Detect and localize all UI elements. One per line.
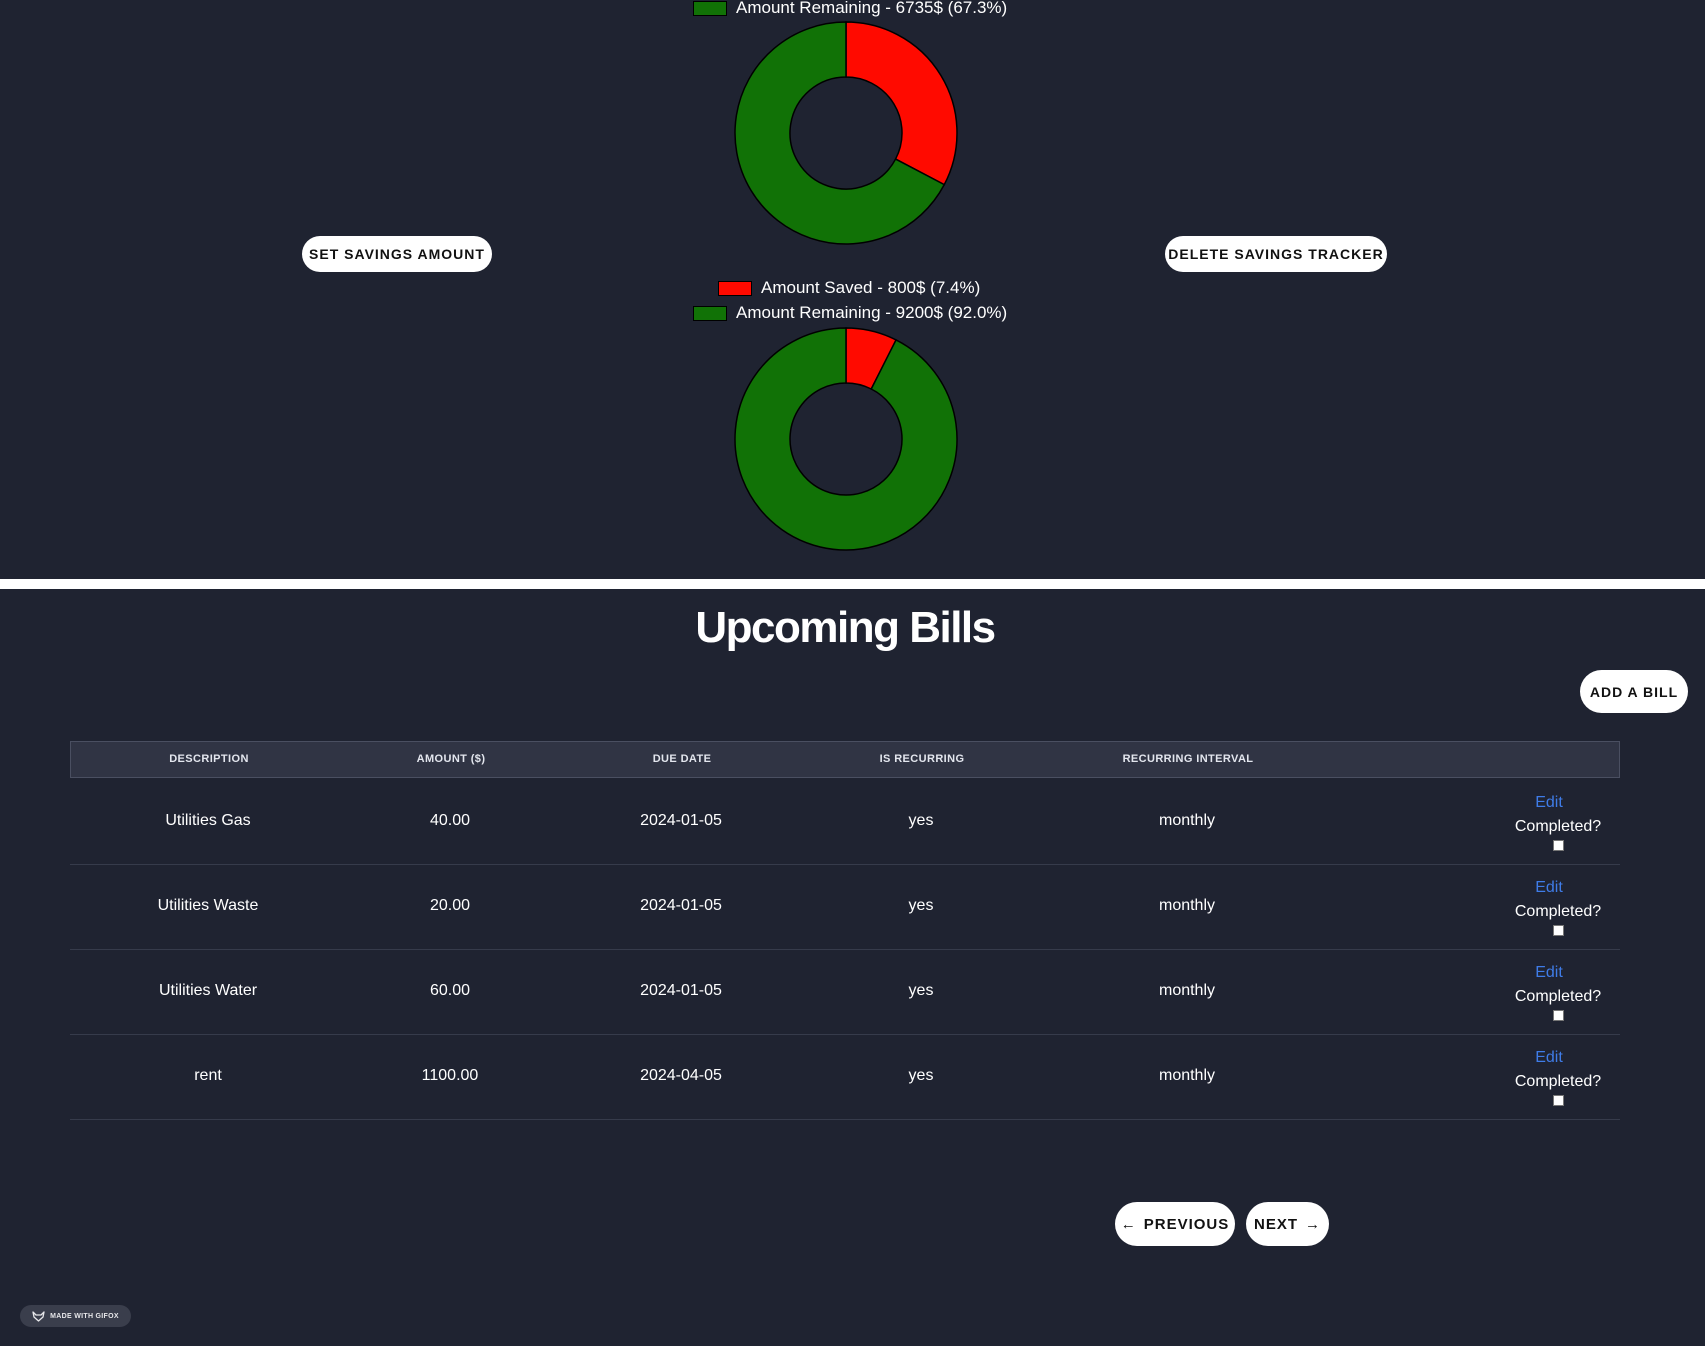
savings-legend-item-saved: Amount Saved - 800$ (7.4%) <box>718 278 980 298</box>
column-header-amount: AMOUNT ($) <box>416 753 486 765</box>
delete-savings-tracker-button[interactable]: DELETE SAVINGS TRACKER <box>1165 236 1387 272</box>
completed-label: Completed? <box>1514 818 1602 835</box>
savings-donut-chart <box>734 21 958 245</box>
completed-checkbox[interactable] <box>1552 1010 1564 1021</box>
cell-amount: 60.00 <box>429 982 471 999</box>
section-divider <box>0 579 1705 589</box>
cell-interval: monthly <box>1158 982 1216 999</box>
cell-interval: monthly <box>1158 1067 1216 1084</box>
row-actions: Edit Completed? <box>1488 876 1628 936</box>
cell-description: Utilities Waste <box>157 897 259 914</box>
savings-donut-chart <box>734 327 958 551</box>
completed-label: Completed? <box>1514 1073 1602 1090</box>
edit-link[interactable]: Edit <box>1470 791 1628 815</box>
cell-description: Utilities Gas <box>165 812 251 829</box>
next-page-button[interactable]: NEXT → <box>1246 1202 1329 1246</box>
completed-checkbox[interactable] <box>1552 925 1564 936</box>
savings-legend-item-remaining: Amount Remaining - 9200$ (92.0%) <box>693 303 1007 323</box>
cell-amount: 20.00 <box>429 897 471 914</box>
add-bill-button[interactable]: ADD A BILL <box>1580 670 1688 713</box>
column-header-due-date: DUE DATE <box>652 753 712 765</box>
table-row: Utilities Waste 20.00 2024-01-05 yes mon… <box>70 864 1620 950</box>
next-label: NEXT <box>1253 1215 1298 1233</box>
cell-due-date: 2024-01-05 <box>640 897 722 914</box>
edit-link[interactable]: Edit <box>1470 876 1628 900</box>
cell-recurring: yes <box>908 1067 934 1084</box>
donut-slice-amount-saved <box>845 21 958 186</box>
cell-description: rent <box>194 1067 222 1084</box>
completed-checkbox[interactable] <box>1552 840 1564 851</box>
page-title: Upcoming Bills <box>695 603 996 652</box>
previous-label: PREVIOUS <box>1143 1215 1230 1233</box>
arrow-left-icon: ← <box>1120 1215 1137 1233</box>
made-with-gifox-badge: MADE WITH GIFOX <box>20 1305 131 1327</box>
legend-label: Amount Remaining - 6735$ (67.3%) <box>736 0 1008 17</box>
legend-swatch-remaining <box>693 0 727 16</box>
cell-recurring: yes <box>908 812 934 829</box>
cell-interval: monthly <box>1158 812 1216 829</box>
gifox-fox-icon <box>32 1310 45 1322</box>
cell-due-date: 2024-01-05 <box>640 812 722 829</box>
row-actions: Edit Completed? <box>1488 1046 1628 1106</box>
table-row: Utilities Gas 40.00 2024-01-05 yes month… <box>70 779 1620 865</box>
arrow-right-icon: → <box>1305 1215 1321 1233</box>
cell-due-date: 2024-04-05 <box>640 1067 722 1084</box>
legend-swatch-remaining <box>693 305 727 321</box>
badge-label: MADE WITH GIFOX <box>50 1312 119 1320</box>
edit-link[interactable]: Edit <box>1470 1046 1628 1070</box>
donut-slice-amount-remaining <box>734 327 958 551</box>
cell-recurring: yes <box>908 982 934 999</box>
cell-due-date: 2024-01-05 <box>640 982 722 999</box>
cell-interval: monthly <box>1158 897 1216 914</box>
table-row: rent 1100.00 2024-04-05 yes monthly Edit… <box>70 1034 1620 1120</box>
column-header-is-recurring: IS RECURRING <box>879 753 965 765</box>
edit-link[interactable]: Edit <box>1470 961 1628 985</box>
column-header-description: DESCRIPTION <box>169 753 249 765</box>
legend-label: Amount Saved - 800$ (7.4%) <box>761 278 981 297</box>
set-savings-amount-button[interactable]: SET SAVINGS AMOUNT <box>302 236 492 272</box>
cell-amount: 40.00 <box>429 812 471 829</box>
savings-legend-item-remaining: Amount Remaining - 6735$ (67.3%) <box>693 0 1007 18</box>
row-actions: Edit Completed? <box>1488 791 1628 851</box>
table-row: Utilities Water 60.00 2024-01-05 yes mon… <box>70 949 1620 1035</box>
completed-label: Completed? <box>1514 988 1602 1005</box>
cell-description: Utilities Water <box>158 982 258 999</box>
legend-swatch-saved <box>718 280 752 296</box>
completed-label: Completed? <box>1514 903 1602 920</box>
cell-amount: 1100.00 <box>421 1067 479 1084</box>
previous-page-button[interactable]: ← PREVIOUS <box>1115 1202 1235 1246</box>
bills-table-header: DESCRIPTION AMOUNT ($) DUE DATE IS RECUR… <box>70 741 1620 778</box>
row-actions: Edit Completed? <box>1488 961 1628 1021</box>
column-header-recurring-interval: RECURRING INTERVAL <box>1122 753 1254 765</box>
completed-checkbox[interactable] <box>1552 1095 1564 1106</box>
legend-label: Amount Remaining - 9200$ (92.0%) <box>736 303 1008 322</box>
cell-recurring: yes <box>908 897 934 914</box>
